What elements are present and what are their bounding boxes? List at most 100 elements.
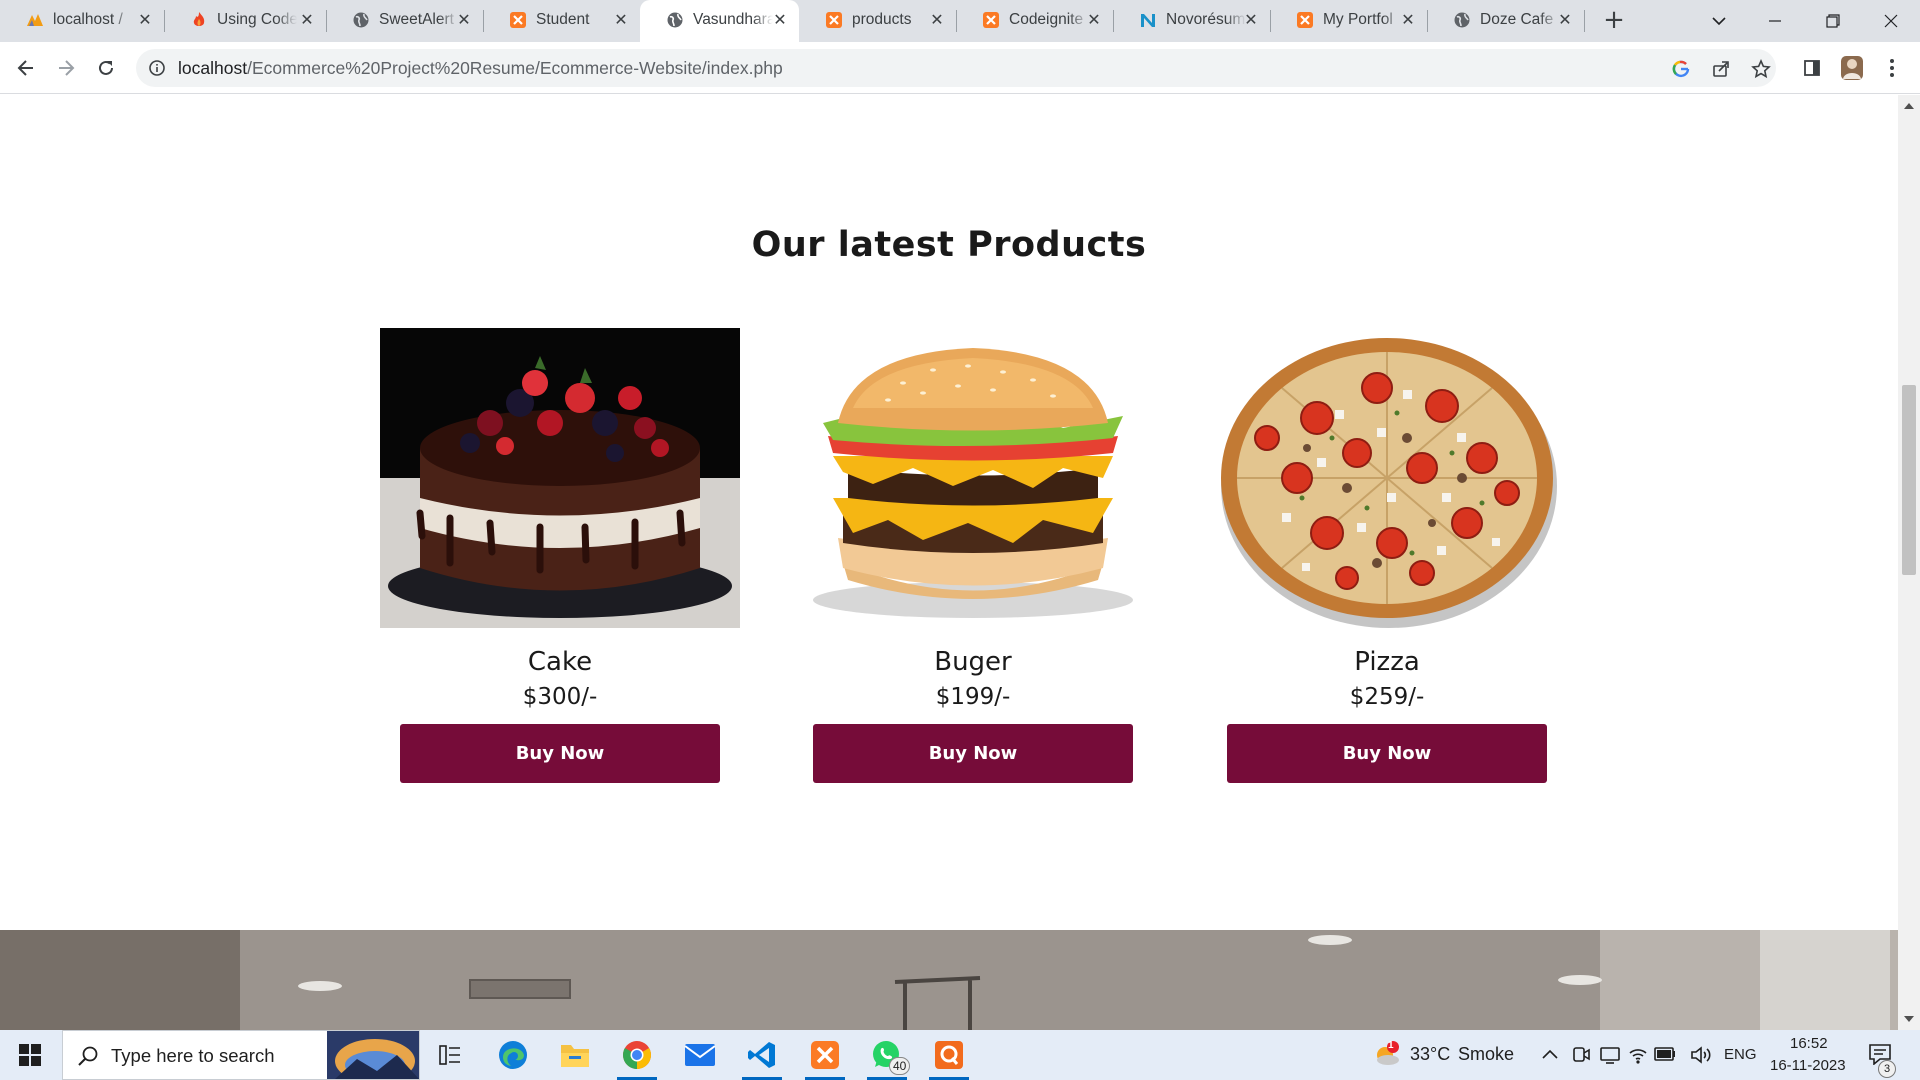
scrollbar-thumb[interactable]: [1902, 385, 1916, 575]
restore-button[interactable]: [1808, 0, 1858, 42]
tab-title: localhost /: [53, 11, 123, 28]
windows-logo-icon: [19, 1044, 41, 1066]
scroll-up-arrow-icon[interactable]: [1904, 103, 1914, 109]
search-highlight-illustration: [327, 1031, 419, 1079]
url-text[interactable]: localhost/Ecommerce%20Project%20Resume/E…: [178, 58, 783, 79]
taskbar-file-explorer[interactable]: [545, 1030, 605, 1080]
tab-codeigniter[interactable]: Codeignite ✕: [956, 0, 1114, 42]
profile-avatar[interactable]: [1838, 54, 1866, 82]
xampp-icon: [983, 12, 999, 28]
forward-button[interactable]: [48, 50, 84, 86]
clock-date[interactable]: 16-11-2023: [1770, 1057, 1846, 1074]
weather-temperature[interactable]: 33°C: [1410, 1044, 1450, 1065]
new-tab-button[interactable]: +: [1599, 6, 1629, 36]
share-icon[interactable]: [1711, 59, 1731, 79]
close-tab-icon[interactable]: ✕: [612, 11, 630, 29]
minimize-button[interactable]: [1750, 0, 1800, 42]
side-panel-button[interactable]: [1798, 54, 1826, 82]
battery-icon[interactable]: [1654, 1047, 1676, 1061]
taskbar-chrome[interactable]: [607, 1030, 667, 1080]
cake-image: [380, 328, 740, 628]
start-button[interactable]: [0, 1030, 60, 1080]
close-tab-icon[interactable]: ✕: [771, 11, 789, 29]
back-button[interactable]: [8, 50, 44, 86]
tab-student[interactable]: Student ✕: [483, 0, 641, 42]
close-window-button[interactable]: [1866, 0, 1916, 42]
google-translate-icon[interactable]: [1671, 59, 1691, 79]
more-vertical-icon: [1890, 59, 1894, 77]
close-tab-icon[interactable]: ✕: [1242, 11, 1260, 29]
close-tab-icon[interactable]: ✕: [298, 11, 316, 29]
close-tab-icon[interactable]: ✕: [1556, 11, 1574, 29]
tab-my-portfolio[interactable]: My Portfol ✕: [1270, 0, 1428, 42]
buy-now-button-burger[interactable]: Buy Now: [813, 724, 1133, 783]
taskbar-xampp[interactable]: [795, 1030, 855, 1080]
product-name: Pizza: [1354, 647, 1420, 677]
url-path: /Ecommerce%20Project%20Resume/Ecommerce-…: [247, 58, 783, 78]
close-tab-icon[interactable]: ✕: [1399, 11, 1417, 29]
globe-icon: [667, 12, 683, 28]
info-icon[interactable]: [148, 59, 166, 77]
taskbar-search-box[interactable]: Type here to search: [62, 1030, 420, 1080]
taskbar-q-app[interactable]: [919, 1030, 979, 1080]
taskbar-whatsapp[interactable]: 40: [857, 1030, 917, 1080]
meet-now-icon[interactable]: [1572, 1045, 1590, 1065]
reload-icon: [99, 60, 113, 75]
tab-novoresume[interactable]: Novorésumé ✕: [1113, 0, 1271, 42]
file-explorer-icon: [561, 1045, 589, 1067]
browser-toolbar: localhost/Ecommerce%20Project%20Resume/E…: [0, 42, 1920, 94]
page-scrollbar[interactable]: [1898, 95, 1920, 1030]
weather-icon[interactable]: [1374, 1041, 1400, 1067]
taskbar-vscode[interactable]: [732, 1030, 792, 1080]
search-placeholder: Type here to search: [111, 1045, 275, 1066]
tab-vasundhara[interactable]: Vasundhara ✕: [640, 0, 799, 42]
globe-icon: [353, 12, 369, 28]
bookmark-star-icon[interactable]: [1751, 59, 1771, 79]
xampp-icon: [510, 12, 526, 28]
input-language[interactable]: ENG: [1724, 1046, 1757, 1063]
close-tab-icon[interactable]: ✕: [455, 11, 473, 29]
task-view-button[interactable]: [420, 1030, 480, 1080]
clock-time[interactable]: 16:52: [1790, 1035, 1828, 1052]
pizza-image: [1221, 338, 1557, 628]
vscode-icon: [748, 1042, 775, 1068]
close-icon: [1884, 14, 1898, 28]
close-tab-icon[interactable]: ✕: [928, 11, 946, 29]
tab-search-button[interactable]: [1694, 0, 1744, 42]
tab-title: Using Code: [217, 11, 297, 28]
buy-now-button-pizza[interactable]: Buy Now: [1227, 724, 1547, 783]
page-viewport: Our latest Products Cake $300/- Buger $1…: [0, 95, 1898, 1030]
buy-now-button-cake[interactable]: Buy Now: [400, 724, 720, 783]
tab-doze-cafe[interactable]: Doze Cafe ✕: [1427, 0, 1585, 42]
taskbar-mail[interactable]: [670, 1030, 730, 1080]
interior-banner-image: [0, 930, 1898, 1030]
tab-sweetalert[interactable]: SweetAlert ✕: [326, 0, 484, 42]
chevron-down-icon: [1712, 17, 1726, 26]
weather-condition[interactable]: Smoke: [1458, 1044, 1514, 1065]
chrome-icon: [623, 1041, 651, 1069]
tab-products[interactable]: products ✕: [799, 0, 957, 42]
wifi-icon[interactable]: [1628, 1045, 1648, 1065]
weather-alert-badge: 1: [1388, 1040, 1394, 1051]
address-bar[interactable]: localhost/Ecommerce%20Project%20Resume/E…: [136, 49, 1776, 87]
close-tab-icon[interactable]: ✕: [1085, 11, 1103, 29]
phpmyadmin-icon: [27, 14, 43, 26]
tab-using-code[interactable]: Using Code ✕: [164, 0, 327, 42]
tab-localhost-phpmyadmin[interactable]: localhost / ✕: [0, 0, 165, 42]
minimize-icon: [1769, 20, 1781, 22]
taskbar-edge[interactable]: [483, 1030, 543, 1080]
restore-icon: [1826, 14, 1840, 28]
display-icon[interactable]: [1600, 1045, 1620, 1065]
tab-title: My Portfol: [1323, 11, 1393, 28]
task-view-icon: [439, 1045, 460, 1065]
browser-menu-button[interactable]: [1878, 54, 1906, 82]
xampp-icon: [811, 1041, 839, 1069]
scroll-down-arrow-icon[interactable]: [1904, 1016, 1914, 1022]
volume-icon[interactable]: [1690, 1045, 1712, 1065]
close-tab-icon[interactable]: ✕: [136, 11, 154, 29]
product-price: $300/-: [522, 684, 598, 710]
side-panel-icon: [1804, 60, 1820, 76]
edge-icon: [499, 1041, 527, 1069]
chevron-up-icon[interactable]: [1542, 1048, 1558, 1060]
reload-button[interactable]: [88, 50, 124, 86]
